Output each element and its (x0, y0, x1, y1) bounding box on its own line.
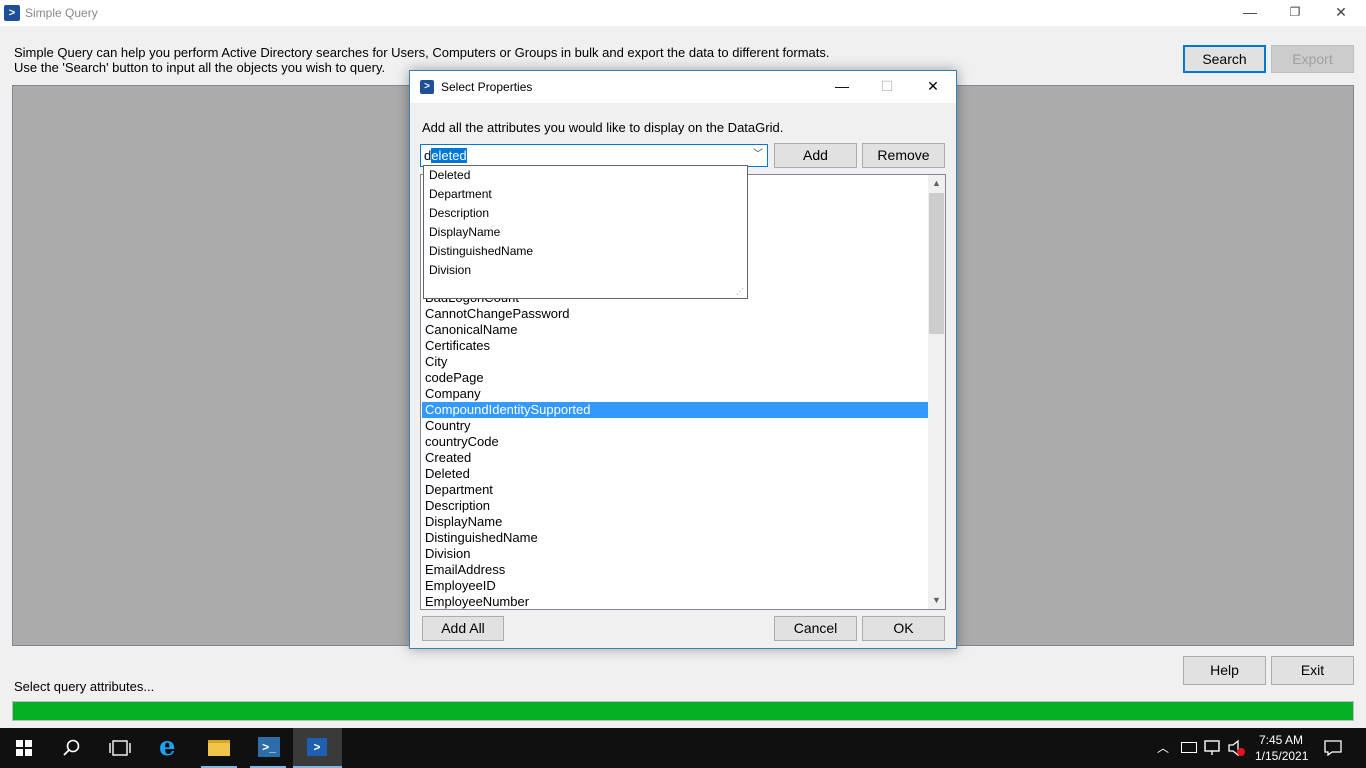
help-button[interactable]: Help (1183, 656, 1266, 685)
list-item[interactable]: Deleted (422, 466, 928, 482)
clock-time: 7:45 AM (1258, 733, 1304, 747)
chevron-down-icon[interactable]: ﹀ (752, 148, 764, 162)
list-item[interactable]: Country (422, 418, 928, 434)
list-item[interactable]: codePage (422, 370, 928, 386)
chevron-up-icon[interactable]: ︿ (1157, 739, 1169, 756)
list-item[interactable]: Department (422, 482, 928, 498)
powershell-icon: > (420, 80, 434, 94)
scroll-up-icon[interactable]: ▲ (928, 175, 945, 192)
dialog-minimize-button[interactable]: — (819, 71, 865, 103)
exit-button[interactable]: Exit (1271, 656, 1354, 685)
powershell-ise-taskbar-button[interactable]: >_ (246, 728, 290, 768)
dropdown-item[interactable]: DistinguishedName (429, 242, 533, 261)
autocomplete-dropdown: ⋰ Deleted Department Description DisplayNam… (423, 165, 748, 299)
taskbar: e >_ > ︿ 7:45 AM 1/15/2021 (0, 728, 1366, 768)
internet-explorer-icon[interactable]: e (159, 734, 185, 760)
listbox-scrollbar[interactable]: ▲ ▼ (928, 175, 945, 609)
select-properties-dialog: > Select Properties — ☐ ✕ Add all the at… (409, 70, 957, 649)
list-item[interactable]: CanonicalName (422, 322, 928, 338)
list-item[interactable]: Description (422, 498, 928, 514)
list-item[interactable]: countryCode (422, 434, 928, 450)
ok-button[interactable]: OK (862, 616, 945, 641)
status-text: Select query attributes... (14, 679, 155, 694)
list-item[interactable]: EmailAddress (422, 562, 928, 578)
dialog-close-button[interactable]: ✕ (910, 71, 956, 103)
windows-start-icon[interactable] (16, 740, 32, 756)
list-item[interactable]: Certificates (422, 338, 928, 354)
clock-date: 1/15/2021 (1255, 749, 1309, 763)
list-item[interactable]: Division (422, 546, 928, 562)
dialog-maximize-button: ☐ (880, 78, 894, 94)
search-icon[interactable] (63, 739, 81, 757)
dialog-hint: Add all the attributes you would like to… (422, 120, 784, 135)
list-item[interactable]: CompoundIdentitySupported (422, 402, 928, 418)
network-icon[interactable] (1204, 740, 1222, 756)
dropdown-item[interactable]: DisplayName (429, 223, 500, 242)
title-bar: > Simple Query — ❐ ✕ (0, 0, 1366, 26)
search-button[interactable]: Search (1183, 45, 1266, 73)
task-view-icon[interactable] (109, 740, 131, 756)
dropdown-item[interactable]: Deleted (429, 166, 470, 185)
progress-bar (12, 701, 1354, 721)
volume-muted-icon[interactable] (1228, 739, 1246, 757)
powershell-icon: > (4, 5, 20, 21)
list-item[interactable]: City (422, 354, 928, 370)
attribute-combobox[interactable]: deleted ﹀ (420, 144, 768, 167)
scroll-thumb[interactable] (929, 193, 944, 334)
combo-text[interactable]: deleted (424, 148, 467, 163)
dialog-title-bar: > Select Properties — ☐ ✕ (410, 71, 956, 103)
export-button[interactable]: Export (1271, 45, 1354, 73)
list-item[interactable]: Company (422, 386, 928, 402)
progress-fill (13, 702, 1353, 720)
add-all-button[interactable]: Add All (422, 616, 504, 641)
dropdown-item[interactable]: Description (429, 204, 489, 223)
list-item[interactable]: EmployeeNumber (422, 594, 928, 609)
clock[interactable]: 7:45 AM 1/15/2021 (1255, 732, 1309, 764)
close-button[interactable]: ✕ (1318, 0, 1364, 26)
dropdown-item[interactable]: Department (429, 185, 492, 204)
list-item[interactable]: Created (422, 450, 928, 466)
notification-icon[interactable] (1324, 740, 1342, 756)
scroll-down-icon[interactable]: ▼ (928, 592, 945, 609)
restore-button[interactable]: ❐ (1272, 0, 1318, 26)
powershell-icon: > (307, 738, 327, 756)
add-button[interactable]: Add (774, 143, 857, 168)
intro-line-1: Simple Query can help you perform Active… (14, 45, 830, 60)
dialog-title: Select Properties (441, 80, 533, 94)
combo-selected-text: eleted (431, 148, 467, 163)
resize-grip-icon[interactable]: ⋰ (736, 287, 745, 296)
cancel-button[interactable]: Cancel (774, 616, 857, 641)
list-item[interactable]: EmployeeID (422, 578, 928, 594)
powershell-ise-icon: >_ (258, 737, 280, 757)
dropdown-item[interactable]: Division (429, 261, 471, 280)
list-item[interactable]: DisplayName (422, 514, 928, 530)
list-item[interactable]: CannotChangePassword (422, 306, 928, 322)
folder-icon (208, 740, 230, 756)
window-title: Simple Query (25, 6, 98, 20)
remove-button[interactable]: Remove (862, 143, 945, 168)
battery-icon[interactable] (1181, 742, 1197, 753)
list-item[interactable]: DistinguishedName (422, 530, 928, 546)
file-explorer-taskbar-button[interactable] (197, 728, 241, 768)
minimize-button[interactable]: — (1227, 0, 1273, 26)
powershell-taskbar-button[interactable]: > (293, 728, 342, 768)
